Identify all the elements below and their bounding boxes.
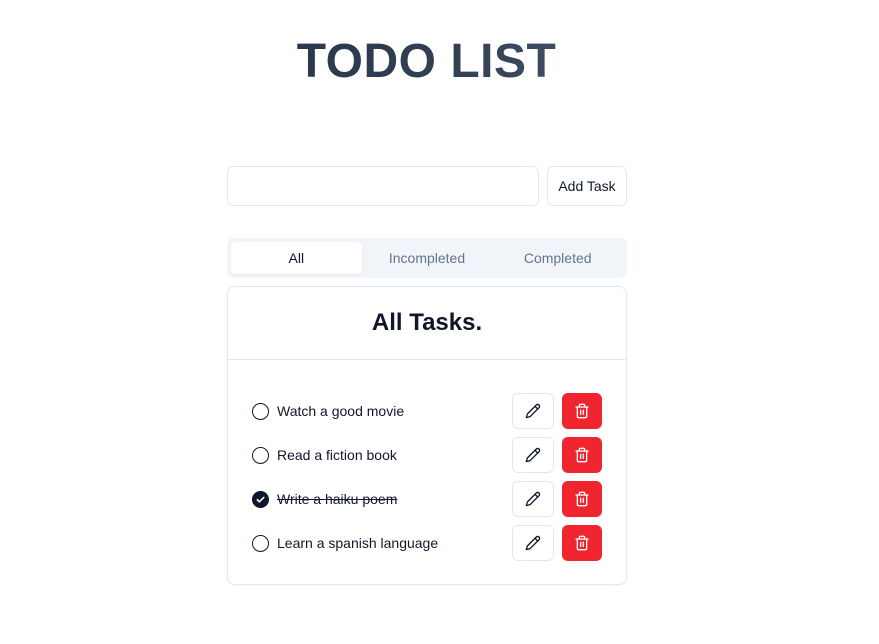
pencil-icon: [525, 535, 541, 551]
trash-icon: [575, 491, 589, 507]
tab-completed[interactable]: Completed: [492, 242, 623, 274]
delete-task-button[interactable]: [562, 525, 602, 561]
circle-checkbox-icon[interactable]: [252, 446, 269, 464]
edit-task-button[interactable]: [512, 481, 554, 517]
task-row: Learn a spanish language: [252, 524, 602, 562]
pencil-icon: [525, 491, 541, 507]
add-task-button[interactable]: Add Task: [547, 166, 627, 206]
pencil-icon: [525, 447, 541, 463]
task-input[interactable]: [227, 166, 539, 206]
edit-task-button[interactable]: [512, 393, 554, 429]
tab-all[interactable]: All: [231, 242, 362, 274]
task-row: Watch a good movie: [252, 392, 602, 430]
edit-task-button[interactable]: [512, 437, 554, 473]
task-text: Write a haiku poem: [277, 491, 398, 507]
delete-task-button[interactable]: [562, 437, 602, 473]
circle-checkbox-icon[interactable]: [252, 534, 269, 552]
trash-icon: [575, 403, 589, 419]
circle-check-filled-icon[interactable]: [252, 490, 269, 508]
todo-app: TODO LIST Add Task All Incompleted Compl…: [0, 0, 879, 644]
task-text: Learn a spanish language: [277, 535, 439, 551]
edit-task-button[interactable]: [512, 525, 554, 561]
trash-icon: [575, 535, 589, 551]
task-card: All Tasks. Watch a good movie Read a fic…: [227, 286, 627, 585]
tab-incompleted[interactable]: Incompleted: [362, 242, 493, 274]
task-list: Watch a good movie Read a fiction book W…: [228, 360, 626, 562]
delete-task-button[interactable]: [562, 481, 602, 517]
task-row: Write a haiku poem: [252, 480, 602, 518]
pencil-icon: [525, 403, 541, 419]
task-text: Watch a good movie: [277, 403, 405, 419]
task-row: Read a fiction book: [252, 436, 602, 474]
delete-task-button[interactable]: [562, 393, 602, 429]
card-title: All Tasks.: [228, 287, 626, 360]
circle-checkbox-icon[interactable]: [252, 402, 269, 420]
trash-icon: [575, 447, 589, 463]
filter-tabs: All Incompleted Completed: [227, 238, 627, 278]
task-text: Read a fiction book: [277, 447, 397, 463]
page-title: TODO LIST: [0, 34, 853, 89]
add-task-form: Add Task: [227, 166, 627, 206]
